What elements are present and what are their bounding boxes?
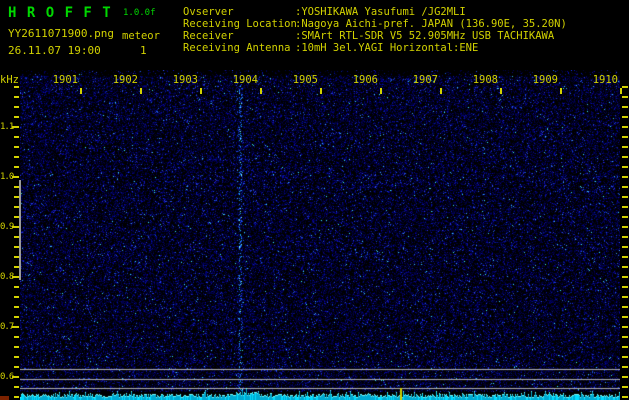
x-axis-label: 1907 <box>412 74 438 86</box>
y-axis-tick <box>14 136 19 138</box>
y-axis-tick-right <box>622 106 628 108</box>
y-axis-tick-right <box>622 226 628 228</box>
y-axis-tick <box>14 96 19 98</box>
y-axis-tick-right <box>622 296 628 298</box>
y-axis-tick-right <box>622 186 628 188</box>
y-axis-tick-right <box>622 196 628 198</box>
x-axis-label: 1905 <box>292 74 318 86</box>
y-axis-tick-right <box>622 136 628 138</box>
y-axis-tick <box>14 356 19 358</box>
y-axis-tick <box>14 206 19 208</box>
x-axis-label: 1908 <box>472 74 498 86</box>
x-axis-tick <box>260 88 262 94</box>
corner-red-blob <box>0 396 9 400</box>
y-axis-tick-right <box>622 126 628 128</box>
y-axis-tick <box>12 176 19 178</box>
y-axis-tick-right <box>622 96 628 98</box>
y-axis-tick-right <box>622 216 628 218</box>
spectrogram-canvas <box>20 70 620 400</box>
y-axis-tick <box>14 246 19 248</box>
y-axis-tick-right <box>622 286 628 288</box>
x-axis-tick <box>440 88 442 94</box>
x-axis-label: 1902 <box>112 74 138 86</box>
y-axis-tick-right <box>622 156 628 158</box>
y-axis-tick <box>14 286 19 288</box>
y-axis-tick <box>14 196 19 198</box>
y-axis-tick <box>12 226 19 228</box>
y-axis-tick <box>14 306 19 308</box>
y-axis-tick-right <box>622 326 628 328</box>
y-axis-tick <box>14 386 19 388</box>
y-axis-tick <box>14 236 19 238</box>
y-axis-tick-right <box>622 376 628 378</box>
y-axis-tick-right <box>622 146 628 148</box>
y-axis-tick <box>14 336 19 338</box>
y-axis-tick <box>14 166 19 168</box>
y-axis-tick-right <box>622 346 628 348</box>
info-label: Receiving Location <box>183 18 297 30</box>
x-axis-tick <box>380 88 382 94</box>
x-axis-tick <box>620 88 622 94</box>
x-axis-label: 1904 <box>232 74 258 86</box>
y-axis-tick-right <box>622 356 628 358</box>
info-value: :SMArt RTL-SDR V5 52.905MHz USB TACHIKAW… <box>295 30 555 42</box>
left-edge-marker-line <box>19 180 21 280</box>
y-axis-tick-right <box>622 386 628 388</box>
y-axis-tick-right <box>622 206 628 208</box>
y-axis-tick <box>12 276 19 278</box>
y-axis-tick <box>14 346 19 348</box>
y-axis-unit-label: kHz <box>0 74 19 86</box>
y-axis-tick-right <box>622 236 628 238</box>
y-axis-tick-right <box>622 396 628 398</box>
y-axis-tick-right <box>622 276 628 278</box>
x-axis-label: 1909 <box>532 74 558 86</box>
x-axis-label: 1901 <box>52 74 78 86</box>
y-axis-tick <box>14 86 19 88</box>
y-axis-tick-right <box>622 86 628 88</box>
x-axis-tick <box>200 88 202 94</box>
info-label: Ovserver <box>183 6 234 18</box>
y-axis-tick-right <box>622 266 628 268</box>
y-axis-tick <box>14 186 19 188</box>
y-axis-tick <box>14 366 19 368</box>
y-axis-tick <box>14 256 19 258</box>
y-axis-tick-right <box>622 166 628 168</box>
x-axis-tick <box>320 88 322 94</box>
x-axis-label: 1910 <box>592 74 618 86</box>
y-axis-tick <box>14 116 19 118</box>
y-axis-tick-right <box>622 366 628 368</box>
y-axis-tick <box>12 326 19 328</box>
x-axis-tick <box>500 88 502 94</box>
y-axis-tick <box>12 376 19 378</box>
info-value: :10mH 3el.YAGI Horizontal:ENE <box>295 42 479 54</box>
info-label: Receiver <box>183 30 234 42</box>
y-axis-tick-right <box>622 256 628 258</box>
hrofft-screen: H R O F F T 1.0.0f YY2611071900.png mete… <box>0 0 629 400</box>
y-axis-tick-right <box>622 116 628 118</box>
info-label: Receiving Antenna <box>183 42 291 54</box>
y-axis-tick <box>14 396 19 398</box>
info-value: :Nagoya Aichi-pref. JAPAN (136.90E, 35.2… <box>295 18 567 30</box>
y-axis-tick <box>14 266 19 268</box>
y-axis-tick <box>14 316 19 318</box>
y-axis-tick <box>14 156 19 158</box>
x-axis-tick <box>80 88 82 94</box>
x-axis-label: 1906 <box>352 74 378 86</box>
y-axis-tick-right <box>622 316 628 318</box>
x-axis-label: 1903 <box>172 74 198 86</box>
y-axis-tick-right <box>622 306 628 308</box>
x-axis-tick <box>140 88 142 94</box>
info-value: :YOSHIKAWA Yasufumi /JG2MLI <box>295 6 466 18</box>
x-axis-tick <box>560 88 562 94</box>
y-axis-tick-right <box>622 336 628 338</box>
y-axis-tick <box>14 146 19 148</box>
y-axis-tick-right <box>622 246 628 248</box>
y-axis-tick <box>12 126 19 128</box>
y-axis-tick <box>14 296 19 298</box>
y-axis-tick <box>14 106 19 108</box>
y-axis-tick-right <box>622 176 628 178</box>
info-row-antenna: Receiving Antenna :10mH 3el.YAGI Horizon… <box>0 43 629 55</box>
y-axis-tick <box>14 216 19 218</box>
